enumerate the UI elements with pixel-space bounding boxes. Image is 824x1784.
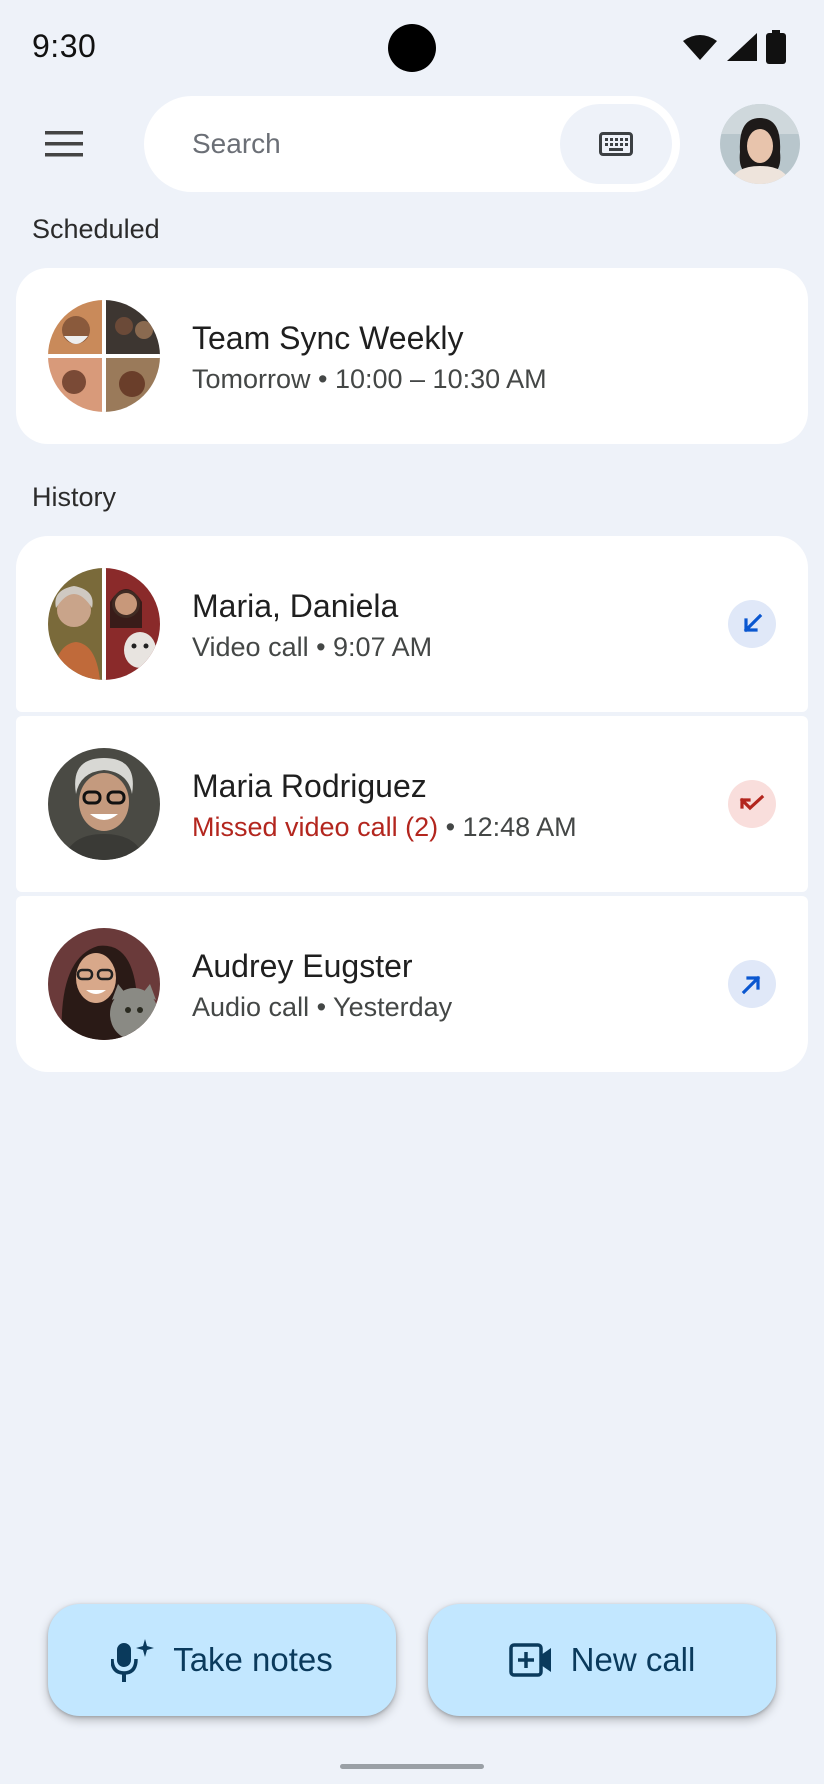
search-input[interactable]: Search (192, 128, 281, 160)
missed-call-icon (739, 794, 765, 811)
call-detail: Video call • 9:07 AM (192, 632, 433, 662)
take-notes-label: Take notes (173, 1641, 333, 1678)
keyboard-icon (599, 132, 633, 156)
home-indicator[interactable] (340, 1764, 484, 1769)
hamburger-menu-icon (45, 131, 83, 157)
group-avatar (48, 300, 160, 412)
take-notes-button[interactable]: Take notes (48, 1604, 396, 1716)
missed-call-label: Missed video call (2) (192, 812, 439, 842)
contact-name: Maria, Daniela (192, 588, 399, 624)
history-item[interactable]: Maria, Daniela Video call • 9:07 AM (16, 536, 808, 712)
call-detail: Missed video call (2) • 12:48 AM (192, 812, 577, 843)
battery-icon (766, 30, 786, 64)
contact-name: Maria Rodriguez (192, 768, 427, 804)
call-direction-badge[interactable] (728, 600, 776, 648)
contact-avatar (48, 748, 160, 860)
meeting-time: Tomorrow • 10:00 – 10:30 AM (192, 364, 547, 394)
status-bar: 9:30 (0, 0, 824, 96)
history-section-label: History (32, 482, 117, 512)
incoming-arrow-icon (743, 613, 763, 633)
new-call-button[interactable]: New call (428, 1604, 776, 1716)
meeting-title: Team Sync Weekly (192, 320, 464, 356)
call-direction-badge[interactable] (728, 780, 776, 828)
call-time: • 12:48 AM (438, 812, 577, 842)
menu-button[interactable] (32, 112, 96, 176)
new-call-label: New call (570, 1641, 696, 1678)
outgoing-arrow-icon (741, 975, 761, 995)
account-avatar[interactable] (720, 104, 800, 184)
status-icons (682, 30, 786, 64)
scheduled-meeting-card[interactable]: Team Sync Weekly Tomorrow • 10:00 – 10:3… (16, 268, 808, 444)
cellular-signal-icon (727, 33, 757, 61)
camera-cutout (388, 24, 436, 72)
call-detail: Audio call • Yesterday (192, 992, 453, 1022)
contact-avatar (48, 568, 160, 680)
mic-sparkle-icon (111, 1639, 155, 1682)
history-item[interactable]: Audrey Eugster Audio call • Yesterday (16, 896, 808, 1072)
dialpad-button[interactable] (560, 104, 672, 184)
contact-name: Audrey Eugster (192, 948, 413, 984)
search-bar[interactable]: Search (144, 96, 680, 192)
contact-avatar (48, 928, 160, 1040)
scheduled-section-label: Scheduled (32, 214, 160, 244)
call-direction-badge[interactable] (728, 960, 776, 1008)
history-item[interactable]: Maria Rodriguez Missed video call (2) • … (16, 716, 808, 892)
video-add-icon (508, 1643, 551, 1677)
wifi-icon (683, 35, 717, 60)
status-time: 9:30 (32, 28, 97, 64)
